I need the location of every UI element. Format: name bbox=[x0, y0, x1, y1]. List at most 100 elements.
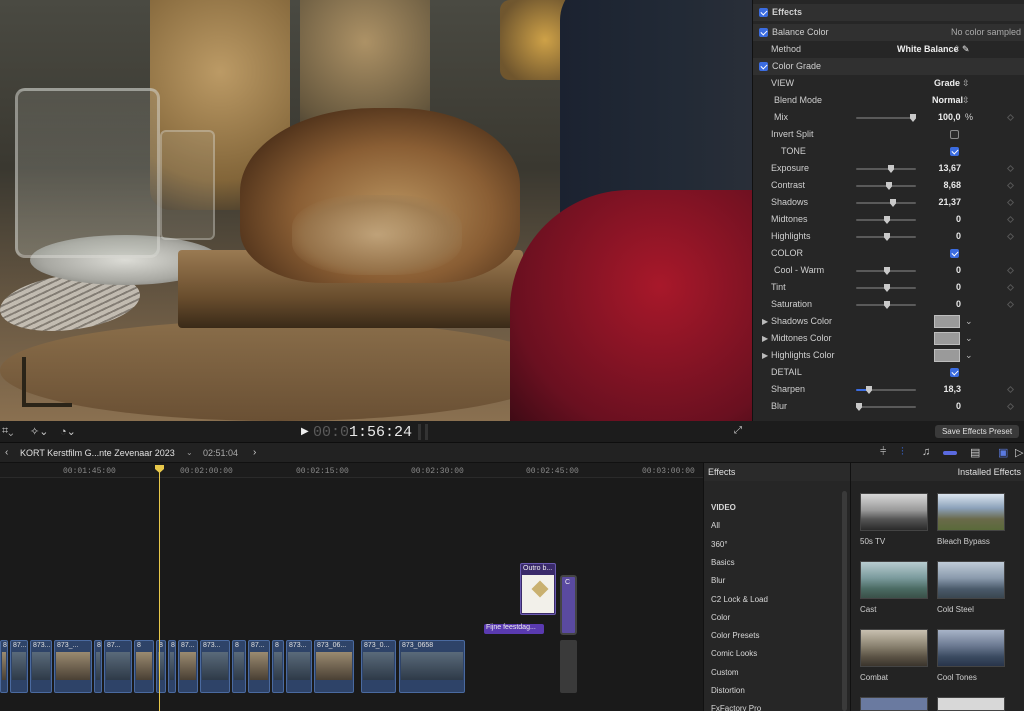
exposure-value[interactable]: 13,67 bbox=[901, 160, 961, 177]
outro-title-clip[interactable]: Outro b... bbox=[520, 563, 556, 615]
category-4[interactable]: Blur bbox=[711, 576, 725, 585]
midtones-value[interactable]: 0 bbox=[901, 211, 961, 228]
shadows-color-swatch[interactable] bbox=[934, 315, 960, 328]
slider-knob[interactable] bbox=[884, 216, 890, 224]
timeline-clip[interactable]: 873... bbox=[200, 640, 230, 693]
effect-preset[interactable]: Bleach Bypass bbox=[937, 493, 1005, 546]
gap-clip[interactable] bbox=[560, 640, 577, 693]
timeline-clip[interactable]: 8 bbox=[94, 640, 102, 693]
effects-checkbox[interactable] bbox=[759, 8, 768, 17]
effect-preset[interactable]: Cold Steel bbox=[937, 561, 1005, 614]
save-effects-preset-button[interactable]: Save Effects Preset bbox=[935, 425, 1019, 438]
solo-icon[interactable] bbox=[943, 451, 957, 455]
highlights-value[interactable]: 0 bbox=[901, 228, 961, 245]
keyframe-icon[interactable] bbox=[1006, 385, 1015, 394]
contrast-value[interactable]: 8,68 bbox=[901, 177, 961, 194]
slider-knob[interactable] bbox=[890, 199, 896, 207]
slider-knob[interactable] bbox=[866, 386, 872, 394]
fullscreen-icon[interactable]: ⤢ bbox=[734, 425, 742, 436]
category-5[interactable]: C2 Lock & Load bbox=[711, 595, 768, 604]
timeline-clip[interactable]: 87... bbox=[178, 640, 198, 693]
skimming-icon[interactable]: ⫩ bbox=[880, 446, 886, 459]
magic-wand-icon[interactable]: ✧⌄ bbox=[30, 425, 48, 438]
chevron-down-icon[interactable]: ⌄ bbox=[965, 347, 973, 364]
slider-knob[interactable] bbox=[886, 182, 892, 190]
disclosure-triangle-icon[interactable]: ▶ bbox=[762, 330, 768, 347]
keyframe-icon[interactable] bbox=[1006, 181, 1015, 190]
mix-slider[interactable] bbox=[856, 114, 916, 122]
chevron-down-icon[interactable]: ⌄ bbox=[965, 330, 973, 347]
keyframe-icon[interactable] bbox=[1006, 164, 1015, 173]
effect-preset[interactable]: Cool Tones bbox=[937, 629, 1005, 682]
speed-icon[interactable]: ◔⌄ bbox=[60, 425, 76, 438]
category-6[interactable]: Color bbox=[711, 613, 730, 622]
timeline-clip[interactable]: 873_0... bbox=[361, 640, 396, 693]
category-7[interactable]: Color Presets bbox=[711, 631, 759, 640]
timeline-clip[interactable]: 87... bbox=[10, 640, 28, 693]
keyframe-icon[interactable] bbox=[1006, 266, 1015, 275]
timeline-clip[interactable]: 8 bbox=[134, 640, 154, 693]
clip-appearance-icon[interactable]: ▤ bbox=[970, 446, 980, 459]
fijne-feestdagen-title[interactable]: Fijne feestdag... bbox=[484, 624, 544, 634]
category-10[interactable]: Distortion bbox=[711, 686, 745, 695]
timeline-clip[interactable]: 87... bbox=[104, 640, 132, 693]
timeline-clip[interactable]: 873_... bbox=[54, 640, 92, 693]
keyframe-icon[interactable] bbox=[1006, 283, 1015, 292]
tone-checkbox[interactable] bbox=[950, 147, 959, 156]
project-name[interactable]: KORT Kerstfilm G...nte Zevenaar 2023 bbox=[20, 448, 175, 458]
slider-knob[interactable] bbox=[856, 403, 862, 411]
timeline-clip[interactable]: 873... bbox=[286, 640, 312, 693]
timeline-clip[interactable]: 873... bbox=[30, 640, 52, 693]
effect-preset[interactable]: 50s TV bbox=[860, 493, 928, 546]
timeline-clip[interactable]: 873_06... bbox=[314, 640, 354, 693]
cool-warm-value[interactable]: 0 bbox=[901, 262, 961, 279]
keyframe-icon[interactable] bbox=[1006, 402, 1015, 411]
timeline-ruler[interactable]: 00:01:45:00 00:02:00:00 00:02:15:00 00:0… bbox=[0, 463, 703, 478]
timeline-clip[interactable]: 87... bbox=[248, 640, 270, 693]
keyframe-icon[interactable] bbox=[1006, 113, 1015, 122]
tint-value[interactable]: 0 bbox=[901, 279, 961, 296]
sharpen-value[interactable]: 18,3 bbox=[901, 381, 961, 398]
title-clip-c[interactable]: C bbox=[560, 575, 577, 635]
category-0[interactable]: VIDEO bbox=[711, 503, 736, 512]
transitions-icon[interactable]: ▷ bbox=[1015, 446, 1023, 459]
midtones-color-swatch[interactable] bbox=[934, 332, 960, 345]
effect-preset[interactable]: Cast bbox=[860, 561, 928, 614]
slider-knob[interactable] bbox=[884, 301, 890, 309]
chevron-down-icon[interactable]: ⌄ bbox=[186, 448, 193, 457]
invert-split-checkbox[interactable] bbox=[950, 130, 959, 139]
timeline-clip[interactable]: 8 bbox=[156, 640, 166, 693]
category-3[interactable]: Basics bbox=[711, 558, 735, 567]
slider-knob[interactable] bbox=[884, 284, 890, 292]
timeline-clip[interactable]: 873_0658 bbox=[399, 640, 465, 693]
timeline-area[interactable]: Outro b... C Fijne feestdag... 8 87... 873… bbox=[0, 478, 703, 711]
blend-mode-popup[interactable]: Normal bbox=[932, 92, 963, 109]
timeline-clip[interactable]: 8 bbox=[272, 640, 284, 693]
balance-color-checkbox[interactable] bbox=[759, 28, 768, 37]
category-9[interactable]: Custom bbox=[711, 668, 739, 677]
timeline-clip[interactable]: 8 bbox=[232, 640, 246, 693]
detail-checkbox[interactable] bbox=[950, 368, 959, 377]
category-2[interactable]: 360° bbox=[711, 540, 728, 549]
disclosure-triangle-icon[interactable]: ▶ bbox=[762, 313, 768, 330]
mix-value[interactable]: 100,0 bbox=[938, 109, 961, 126]
playhead[interactable] bbox=[159, 465, 160, 711]
blur-value[interactable]: 0 bbox=[901, 398, 961, 415]
slider-knob[interactable] bbox=[888, 165, 894, 173]
shadows-value[interactable]: 21,37 bbox=[901, 194, 961, 211]
eyedropper-icon[interactable]: ✎ bbox=[962, 41, 970, 58]
timeline-clip[interactable]: 8 bbox=[168, 640, 176, 693]
effect-preset[interactable] bbox=[860, 697, 928, 711]
crop-icon[interactable]: ⌗⌄ bbox=[2, 425, 13, 438]
play-icon[interactable]: ▶ bbox=[301, 426, 309, 437]
chevron-down-icon[interactable]: ⌄ bbox=[965, 313, 973, 330]
color-grade-checkbox[interactable] bbox=[759, 62, 768, 71]
view-popup[interactable]: Grade bbox=[934, 75, 960, 92]
saturation-value[interactable]: 0 bbox=[901, 296, 961, 313]
slider-knob[interactable] bbox=[884, 267, 890, 275]
keyframe-icon[interactable] bbox=[1006, 215, 1015, 224]
effects-browser-icon[interactable]: ▣ bbox=[998, 446, 1008, 459]
method-popup[interactable]: White Balance bbox=[897, 41, 959, 58]
highlights-color-swatch[interactable] bbox=[934, 349, 960, 362]
keyframe-icon[interactable] bbox=[1006, 232, 1015, 241]
